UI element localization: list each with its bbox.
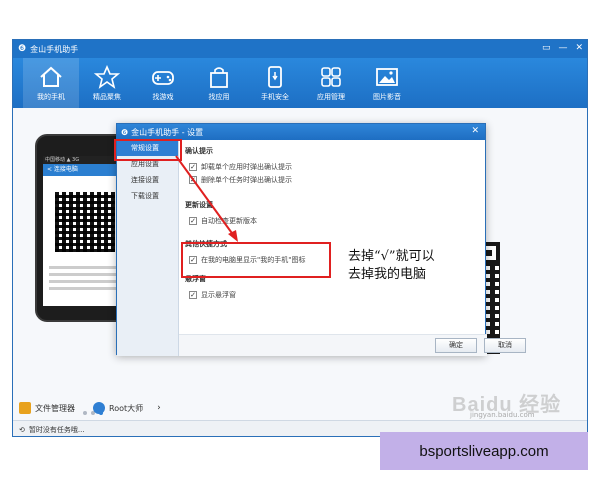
tab-featured[interactable]: 精品聚焦 — [79, 58, 135, 108]
root-master-button[interactable]: Root大师 — [93, 402, 143, 414]
tab-my-phone[interactable]: 我的手机 — [23, 58, 79, 108]
grid-icon — [321, 66, 341, 87]
annotation-text: 去掉“√”就可以 去掉我的电脑 — [348, 248, 435, 284]
tab-label: 应用管理 — [317, 92, 345, 101]
app-title: 金山手机助手 — [30, 44, 79, 54]
tab-app-manage[interactable]: 应用管理 — [303, 58, 359, 108]
tab-media[interactable]: 图片影音 — [359, 58, 415, 108]
watermark-url: jingyan.baidu.com — [470, 411, 535, 419]
site-banner: bsportsliveapp.com — [380, 432, 588, 470]
close-button[interactable]: ✕ — [575, 43, 583, 53]
option-label: 显示悬浮窗 — [201, 290, 236, 299]
option-show-float[interactable]: ✓ 显示悬浮窗 — [189, 288, 481, 301]
star-icon — [94, 64, 120, 89]
window-controls: ▭ — ✕ — [542, 43, 583, 53]
status-icon: ⟲ — [19, 425, 25, 434]
arrow-annotation — [175, 155, 238, 242]
tab-label: 图片影音 — [373, 92, 401, 101]
root-icon — [93, 402, 105, 414]
chevron-right-icon[interactable]: › — [157, 403, 161, 413]
minimize-button[interactable]: — — [558, 43, 567, 53]
tab-security[interactable]: 手机安全 — [247, 58, 303, 108]
ok-button[interactable]: 确定 — [435, 338, 477, 353]
home-icon — [40, 66, 62, 87]
phone-qr-code — [55, 192, 115, 252]
status-text: 暂时没有任务哦... — [28, 425, 85, 434]
file-manager-label: 文件管理器 — [35, 403, 75, 413]
skin-button[interactable]: ▭ — [542, 43, 551, 53]
checkbox[interactable]: ✓ — [189, 290, 197, 299]
annotation-line-1: 去掉“√”就可以 — [348, 249, 435, 264]
nav-download[interactable]: 下载设置 — [117, 188, 178, 204]
shield-phone-icon — [268, 65, 282, 88]
dialog-footer: 确定 取消 — [179, 334, 526, 356]
nav-connection[interactable]: 连接设置 — [117, 172, 178, 188]
file-manager-button[interactable]: 文件管理器 — [19, 402, 75, 414]
tab-apps[interactable]: 找应用 — [191, 58, 247, 108]
gamepad-icon — [152, 70, 174, 85]
tab-label: 我的手机 — [37, 92, 65, 101]
tab-games[interactable]: 找游戏 — [135, 58, 191, 108]
titlebar: ❻ 金山手机助手 ▭ — ✕ — [13, 40, 587, 58]
tab-label: 找应用 — [208, 92, 230, 101]
app-logo-icon: ❻ — [18, 44, 27, 54]
tab-label: 精品聚焦 — [93, 92, 121, 101]
bottom-tools: 文件管理器 Root大师 › — [13, 397, 178, 419]
tab-label: 手机安全 — [261, 92, 289, 101]
tab-label: 找游戏 — [152, 92, 174, 101]
main-toolbar: 我的手机 精品聚焦 找游戏 找应用 手机安全 应用管理 图片影音 — [13, 58, 587, 108]
dialog-titlebar: ❻ 金山手机助手 - 设置 — [117, 124, 485, 140]
cancel-button[interactable]: 取消 — [484, 338, 526, 353]
app-logo-icon: ❻ — [121, 127, 129, 137]
annotation-line-2: 去掉我的电脑 — [348, 267, 427, 282]
folder-icon — [19, 402, 31, 414]
dialog-title: 金山手机助手 - 设置 — [131, 127, 204, 137]
phone-text-lines — [49, 266, 123, 294]
close-icon[interactable]: ✕ — [471, 126, 479, 136]
root-master-label: Root大师 — [109, 403, 144, 413]
bag-icon — [210, 66, 228, 88]
picture-icon — [376, 67, 398, 86]
